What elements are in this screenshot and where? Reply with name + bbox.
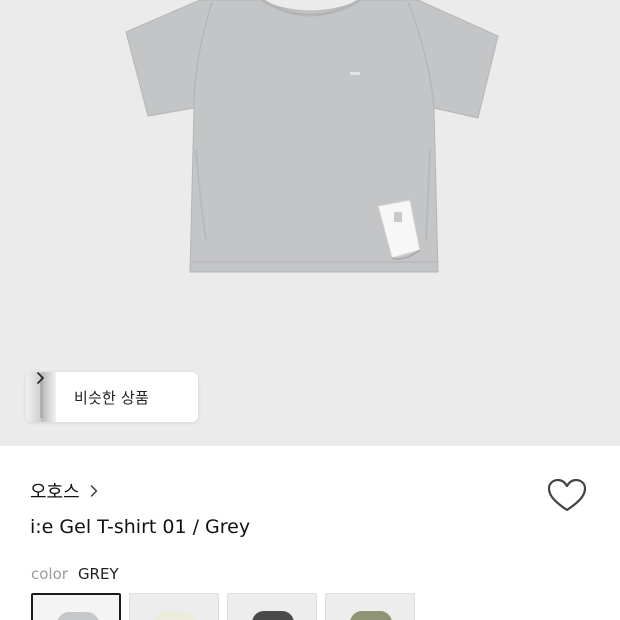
- chevron-right-icon: [37, 372, 44, 384]
- product-title: i:e Gel T-shirt 01 / Grey: [30, 516, 251, 538]
- heart-icon[interactable]: [548, 479, 586, 513]
- color-value: GREY: [77, 565, 119, 583]
- brand-name: 오호스: [30, 482, 80, 503]
- color-swatch-khaki[interactable]: [325, 593, 415, 620]
- color-swatch-ivory[interactable]: [129, 593, 219, 620]
- color-swatches: [31, 593, 423, 620]
- similar-products-button[interactable]: 비슷한 상품: [26, 372, 198, 422]
- swatch-shirt-thumbnail: [350, 611, 392, 620]
- brand-link[interactable]: 오호스: [30, 478, 98, 504]
- color-label: color: [31, 565, 68, 583]
- swatch-shirt-thumbnail: [252, 611, 294, 620]
- swatch-shirt-thumbnail: [154, 611, 196, 620]
- color-swatch-grey[interactable]: [31, 593, 121, 620]
- color-swatch-charcoal[interactable]: [227, 593, 317, 620]
- product-image[interactable]: 비슷한 상품: [0, 0, 620, 446]
- chevron-right-icon: [90, 485, 97, 497]
- similar-products-label: 비슷한 상품: [74, 388, 149, 407]
- color-selection-row: color GREY: [31, 565, 119, 583]
- swatch-shirt-thumbnail: [57, 612, 99, 620]
